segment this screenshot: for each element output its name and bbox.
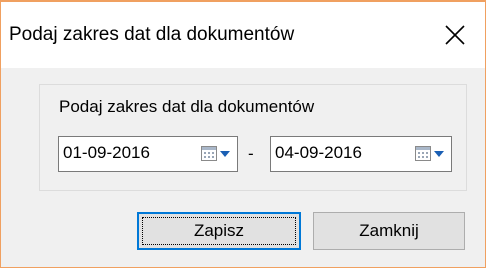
window-title: Podaj zakres dat dla dokumentów (9, 24, 295, 45)
date-to-calendar-button[interactable] (415, 146, 449, 162)
dialog-window: Podaj zakres dat dla dokumentów Podaj za… (0, 0, 486, 268)
date-from-calendar-button[interactable] (201, 146, 235, 162)
date-to-value[interactable]: 04-09-2016 (275, 143, 362, 163)
calendar-dropdown-icon (415, 146, 444, 161)
date-from-value[interactable]: 01-09-2016 (63, 143, 150, 163)
close-button[interactable]: Zamknij (313, 212, 465, 250)
date-from-picker[interactable]: 01-09-2016 (58, 136, 238, 172)
focus-rectangle (142, 217, 296, 245)
date-range-label: Podaj zakres dat dla dokumentów (59, 97, 315, 116)
close-icon (445, 25, 465, 45)
save-button[interactable]: Zapisz (137, 212, 301, 250)
date-to-picker[interactable]: 04-09-2016 (270, 136, 452, 172)
title-bar: Podaj zakres dat dla dokumentów (1, 2, 485, 68)
close-button-label: Zamknij (359, 221, 419, 240)
calendar-dropdown-icon (201, 146, 230, 161)
date-range-group: Podaj zakres dat dla dokumentów 01-09-20… (39, 84, 467, 191)
range-separator: - (248, 144, 254, 163)
close-window-button[interactable] (425, 2, 485, 68)
